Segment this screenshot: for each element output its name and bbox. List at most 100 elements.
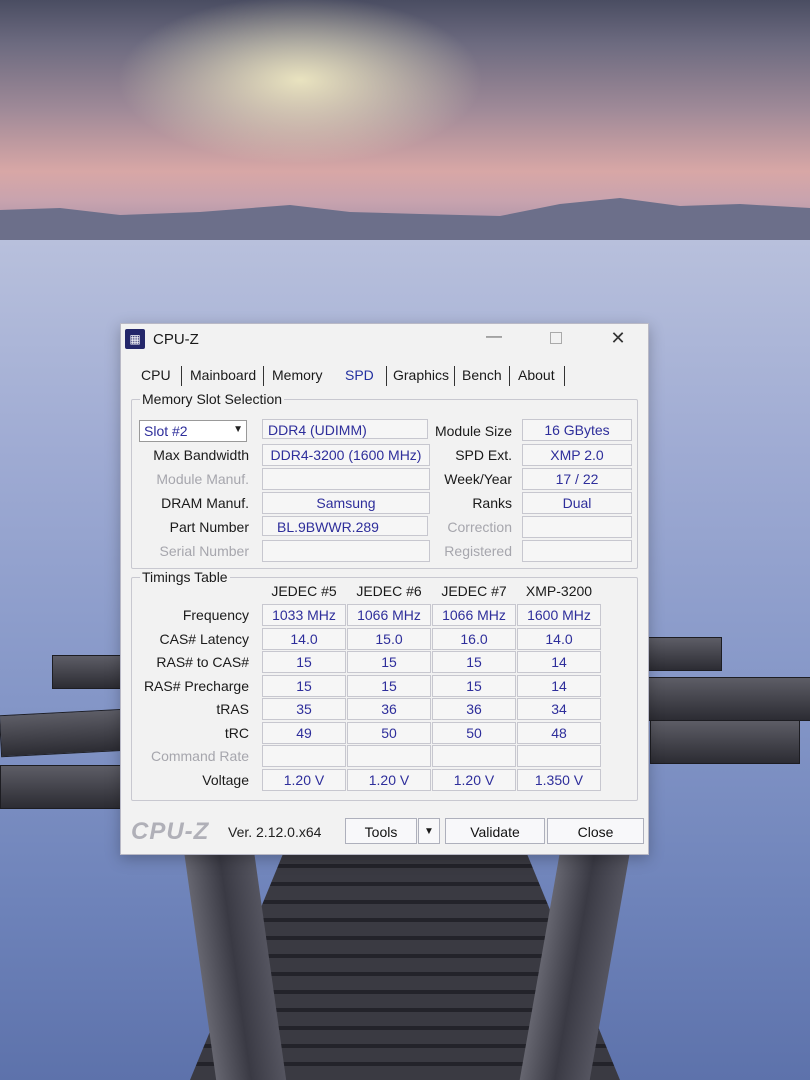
timings-column-header: JEDEC #6 — [356, 583, 422, 599]
tab-cpu[interactable]: CPU — [141, 367, 171, 383]
timings-cell: 15 — [432, 674, 516, 697]
timings-cell: 14 — [517, 651, 601, 673]
timings-cell: 34 — [517, 698, 601, 720]
timings-cell: 1.350 V — [517, 768, 601, 791]
correction-label: Correction — [447, 519, 512, 535]
timings-cell — [517, 745, 601, 767]
tab-separator — [564, 366, 565, 386]
timings-cell: 15 — [347, 651, 431, 673]
memory-slot-group: Memory Slot Selection Slot #2 ▼ DDR4 (UD… — [131, 391, 638, 569]
tools-button[interactable]: Tools — [345, 818, 417, 844]
timings-column-header: XMP-3200 — [525, 583, 593, 599]
part-number-label: Part Number — [169, 519, 249, 535]
timings-column-header: JEDEC #7 — [441, 583, 507, 599]
pier-plank — [645, 637, 722, 671]
timings-group: Timings Table JEDEC #5 JEDEC #6 JEDEC #7 XM… — [131, 569, 638, 801]
tab-separator — [454, 366, 455, 386]
cpuz-window: ▦ CPU-Z — ✕ CPU Mainboard Memory SPD Gra… — [120, 323, 649, 855]
timings-cell: 14.0 — [517, 627, 601, 650]
timings-cell: 15 — [262, 651, 346, 673]
tools-dropdown-arrow[interactable]: ▼ — [418, 818, 440, 844]
timings-cell: 1.20 V — [432, 768, 516, 791]
max-bandwidth-label: Max Bandwidth — [153, 447, 249, 463]
memory-type-field: DDR4 (UDIMM) — [262, 419, 428, 439]
registered-field — [522, 540, 632, 562]
timings-cell: 15 — [262, 674, 346, 697]
ranks-label: Ranks — [472, 495, 512, 511]
spd-ext-label: SPD Ext. — [455, 447, 512, 463]
tab-separator — [386, 366, 387, 386]
timings-cell — [347, 745, 431, 767]
timings-cell: 1600 MHz — [517, 604, 601, 626]
module-size-label: Module Size — [434, 423, 512, 439]
max-bandwidth-field: DDR4-3200 (1600 MHz) — [262, 444, 430, 466]
timings-row-label: tRAS — [216, 701, 249, 717]
timings-row-label: Command Rate — [150, 748, 249, 764]
part-number-field: BL.9BWWR.289 — [262, 516, 428, 536]
spd-ext-field: XMP 2.0 — [522, 444, 632, 466]
timings-cell: 1066 MHz — [432, 604, 516, 626]
timings-row-label: RAS# to CAS# — [156, 654, 249, 670]
timings-cell: 36 — [347, 698, 431, 720]
timings-cell — [262, 745, 346, 767]
timings-cell: 1066 MHz — [347, 604, 431, 626]
timings-cell: 49 — [262, 721, 346, 744]
registered-label: Registered — [444, 543, 512, 559]
chevron-down-icon: ▼ — [233, 424, 243, 435]
timings-cell: 36 — [432, 698, 516, 720]
cpuz-app-icon: ▦ — [125, 329, 145, 349]
module-size-field: 16 GBytes — [522, 419, 632, 441]
pier-plank — [0, 708, 129, 758]
tab-separator — [181, 366, 182, 386]
timings-row-label: tRC — [224, 724, 249, 741]
dram-manuf-field: Samsung — [262, 492, 430, 514]
validate-button[interactable]: Validate — [445, 818, 545, 844]
tab-separator — [263, 366, 264, 386]
tab-separator — [509, 366, 510, 386]
timings-row-label: Voltage — [202, 771, 249, 788]
timings-cell: 16.0 — [432, 627, 516, 650]
window-title: CPU-Z — [153, 331, 199, 348]
pier-plank — [0, 765, 127, 809]
version-label: Ver. 2.12.0.x64 — [228, 824, 322, 840]
serial-number-label: Serial Number — [159, 543, 249, 559]
tab-memory[interactable]: Memory — [272, 367, 323, 383]
correction-field — [522, 516, 632, 538]
timings-column-header: JEDEC #5 — [271, 583, 337, 599]
maximize-button[interactable] — [541, 328, 571, 349]
timings-cell: 35 — [262, 698, 346, 720]
timings-cell: 1.20 V — [262, 768, 346, 791]
timings-cell: 14.0 — [262, 627, 346, 650]
timings-cell: 15 — [347, 674, 431, 697]
timings-row-label: CAS# Latency — [159, 630, 250, 647]
timings-group-title: Timings Table — [140, 569, 230, 585]
timings-cell: 15.0 — [347, 627, 431, 650]
dram-manuf-label: DRAM Manuf. — [161, 495, 249, 511]
tab-mainboard[interactable]: Mainboard — [190, 367, 256, 383]
tab-graphics[interactable]: Graphics — [393, 367, 449, 383]
timings-cell: 1033 MHz — [262, 604, 346, 626]
module-manuf-field — [262, 468, 430, 490]
timings-cell: 14 — [517, 674, 601, 697]
timings-cell: 50 — [432, 721, 516, 744]
memory-slot-group-title: Memory Slot Selection — [140, 391, 285, 407]
tab-spd[interactable]: SPD — [345, 367, 374, 383]
title-bar[interactable]: ▦ CPU-Z — ✕ — [121, 324, 648, 356]
tab-about[interactable]: About — [518, 367, 555, 383]
cpuz-brand-logo: CPU-Z — [131, 818, 210, 845]
tab-bench[interactable]: Bench — [462, 367, 502, 383]
pier-plank — [650, 720, 800, 764]
close-window-button[interactable]: ✕ — [603, 328, 633, 349]
slot-select-value: Slot #2 — [144, 423, 188, 439]
week-year-field: 17 / 22 — [522, 468, 632, 490]
minimize-button[interactable]: — — [479, 328, 509, 346]
pier-plank — [645, 677, 810, 721]
timings-cell — [432, 745, 516, 767]
slot-select[interactable]: Slot #2 ▼ — [139, 420, 247, 442]
week-year-label: Week/Year — [444, 471, 512, 487]
timings-cell: 15 — [432, 651, 516, 673]
close-button[interactable]: Close — [547, 818, 644, 844]
module-manuf-label: Module Manuf. — [156, 471, 249, 487]
footer-bar: CPU-Z Ver. 2.12.0.x64 Tools ▼ Validate C… — [121, 814, 648, 852]
timings-cell: 1.20 V — [347, 768, 431, 791]
